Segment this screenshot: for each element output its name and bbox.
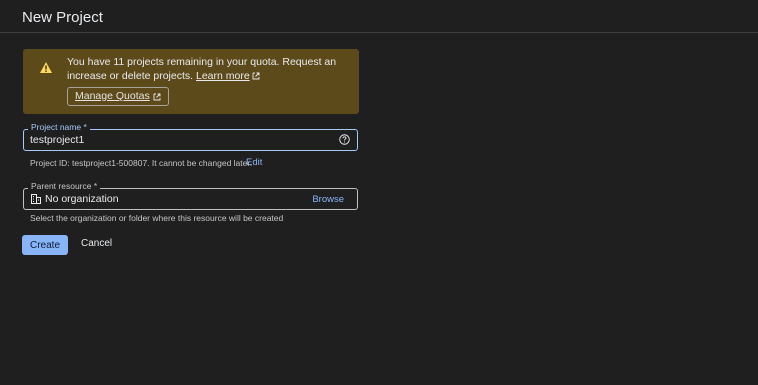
learn-more-label: Learn more [196,70,250,82]
project-name-label: Project name * [28,121,90,133]
new-project-dialog: New Project You have 11 projects remaini… [0,0,758,385]
parent-resource-field[interactable]: Parent resource * No organization Browse [23,180,358,210]
parent-resource-hint: Select the organization or folder where … [30,213,284,223]
help-circle-icon[interactable] [339,134,350,145]
external-link-icon [252,72,260,80]
create-button[interactable]: Create [22,235,68,255]
manage-quotas-button[interactable]: Manage Quotas [67,87,169,106]
project-name-field[interactable]: Project name * testproject1 [23,121,358,151]
cancel-button[interactable]: Cancel [81,238,112,249]
external-link-icon [153,93,161,100]
parent-resource-label: Parent resource * [28,180,101,192]
project-id-text: Project ID: testproject1-500807. It cann… [30,158,253,168]
building-icon [31,194,41,204]
quota-message: You have 11 projects remaining in your q… [67,55,352,83]
create-label: Create [29,239,60,251]
browse-button[interactable]: Browse [312,194,344,205]
edit-project-id-link[interactable]: Edit [246,157,262,168]
dialog-title: New Project [22,9,103,26]
quota-notice: You have 11 projects remaining in your q… [23,49,359,114]
manage-quotas-label: Manage Quotas [75,90,150,102]
parent-resource-value: No organization [45,193,119,205]
dialog-header: New Project [0,0,758,33]
warning-icon [40,62,52,73]
project-name-input[interactable]: testproject1 [30,134,84,146]
learn-more-link[interactable]: Learn more [196,70,260,82]
